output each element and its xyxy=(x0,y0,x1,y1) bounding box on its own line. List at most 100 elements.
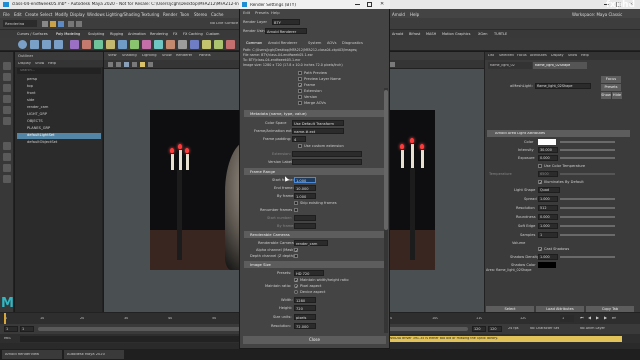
viewport-menu-renderer[interactable]: Renderer xyxy=(176,54,192,58)
rs-render-using-dropdown[interactable]: Arnold Renderer xyxy=(265,28,307,34)
layout-two-icon[interactable] xyxy=(3,164,11,172)
status-icon-open[interactable] xyxy=(50,21,56,27)
vp-camera-icon[interactable] xyxy=(108,62,113,67)
menu-help[interactable]: Help xyxy=(410,12,419,17)
ae-hide-button[interactable]: Hide xyxy=(612,92,622,99)
viewport-menu-show[interactable]: Show xyxy=(162,54,172,58)
current-frame-field[interactable]: 1 xyxy=(560,315,574,322)
shelf-sphere-icon[interactable] xyxy=(18,40,27,49)
ae-cast-shadows-checkbox[interactable] xyxy=(538,247,542,252)
character-set-label[interactable]: No Character Set xyxy=(530,327,559,330)
ae-shadow-density-field[interactable]: 1.000 xyxy=(538,254,558,260)
rs-path-preview-checkbox[interactable] xyxy=(298,71,302,75)
menu-create[interactable]: Create xyxy=(25,12,38,17)
outliner-item[interactable]: OBJECTS xyxy=(17,119,101,125)
rs-menu-edit[interactable]: Edit xyxy=(243,11,250,15)
scale-tool-icon[interactable] xyxy=(3,117,11,125)
ae-roundness-slider[interactable] xyxy=(560,216,615,218)
rs-by-frame2-field[interactable] xyxy=(294,223,316,229)
rs-version-checkbox[interactable] xyxy=(298,95,302,99)
shelf-tab-poly-modeling[interactable]: Poly Modeling xyxy=(56,32,80,36)
menu-toon[interactable]: Toon xyxy=(180,12,189,17)
outliner-menu-show[interactable]: Show xyxy=(35,62,44,66)
rs-frame-range-section[interactable]: Frame Range xyxy=(244,168,384,175)
ae-intensity-field[interactable]: 30.000 xyxy=(538,147,558,153)
rs-merge-aovs-checkbox[interactable] xyxy=(298,101,302,105)
ae-resolution-field[interactable]: 512 xyxy=(538,205,558,211)
shelf-tab-xgen[interactable]: XGen xyxy=(478,32,487,36)
rs-custom-ext-checkbox[interactable] xyxy=(298,144,302,148)
rs-tab-diagnostics[interactable]: Diagnostics xyxy=(342,41,363,45)
rs-color-space-dropdown[interactable]: Use Default Transform xyxy=(292,120,344,126)
shelf-tool-icon[interactable] xyxy=(202,40,211,49)
layout-single-icon[interactable] xyxy=(3,142,11,150)
shelf-tab-mash[interactable]: MASH xyxy=(426,32,436,36)
menu-lighting-shading[interactable]: Lighting/Shading xyxy=(106,12,140,17)
rs-frame-checkbox[interactable] xyxy=(298,83,302,88)
ae-spread-field[interactable]: 1.000 xyxy=(538,196,558,202)
rs-close-button[interactable]: Close xyxy=(243,336,386,344)
shelf-tab-sculpting[interactable]: Sculpting xyxy=(88,32,104,36)
rs-start-frame-field[interactable]: 1.000 xyxy=(294,177,316,183)
viewport-menu-shading[interactable]: Shading xyxy=(122,54,137,58)
range-playback-start-field[interactable]: 1 xyxy=(20,326,34,332)
rs-close-icon[interactable]: ✕ xyxy=(380,2,384,7)
shelf-tool-icon[interactable] xyxy=(226,40,235,49)
ae-exposure-slider[interactable] xyxy=(560,157,615,159)
outliner-item[interactable]: PLANES_GRP xyxy=(17,126,101,132)
rs-menu-presets[interactable]: Presets xyxy=(255,11,269,15)
menu-select[interactable]: Select xyxy=(40,12,52,17)
ae-samples-field[interactable]: 1 xyxy=(538,232,558,238)
shelf-tool-icon[interactable] xyxy=(154,40,163,49)
shelf-tab-arnold[interactable]: Arnold xyxy=(392,32,403,36)
rs-minimize-icon[interactable] xyxy=(355,4,360,5)
menu-stereo[interactable]: Stereo xyxy=(194,12,207,17)
shelf-tab-rigging[interactable]: Rigging xyxy=(110,32,123,36)
move-tool-icon[interactable] xyxy=(3,95,11,103)
rs-maximize-icon[interactable] xyxy=(367,2,372,7)
shelf-tab-animation[interactable]: Animation xyxy=(128,32,146,36)
rs-frame-ext-dropdown[interactable]: name.#.ext xyxy=(292,128,344,134)
shelf-cube-icon[interactable] xyxy=(30,40,39,49)
ae-soft-edge-field[interactable]: 1.000 xyxy=(538,223,558,229)
shelf-tab-custom[interactable]: Custom xyxy=(206,32,219,36)
status-icon-redo[interactable] xyxy=(76,21,82,27)
menu-arnold[interactable]: Arnold xyxy=(392,12,405,17)
vp-shaded-icon[interactable] xyxy=(124,62,129,67)
vp-textured-icon[interactable] xyxy=(132,62,137,67)
ae-temperature-slider[interactable] xyxy=(560,173,615,175)
rs-maintain-ratio-checkbox[interactable] xyxy=(294,278,298,283)
rs-tab-common[interactable]: Common xyxy=(246,41,262,45)
lasso-tool-icon[interactable] xyxy=(3,73,11,81)
ae-exposure-field[interactable]: 0.000 xyxy=(538,155,558,161)
shelf-tab-fx[interactable]: FX xyxy=(173,32,177,36)
status-icon-undo[interactable] xyxy=(68,21,74,27)
shelf-tool-icon[interactable] xyxy=(94,40,103,49)
range-end-field[interactable]: 120 xyxy=(488,326,502,332)
ae-color-slider[interactable] xyxy=(560,141,615,143)
shelf-tab-rendering[interactable]: Rendering xyxy=(150,32,168,36)
ae-node-tab-active[interactable]: flame_light_02Shape xyxy=(533,62,587,69)
rs-image-size-section[interactable]: Image Size xyxy=(244,261,384,268)
menu-windows[interactable]: Windows xyxy=(87,12,105,17)
shelf-tool-icon[interactable] xyxy=(166,40,175,49)
command-input[interactable] xyxy=(20,335,260,342)
ae-light-shape-dropdown[interactable]: Quad xyxy=(538,187,560,193)
vp-wireframe-icon[interactable] xyxy=(116,62,121,67)
range-playback-end-field[interactable]: 120 xyxy=(472,326,486,332)
rs-renderable-cameras-section[interactable]: Renderable Cameras xyxy=(244,231,384,238)
rs-tab-arnold-renderer[interactable]: Arnold Renderer xyxy=(268,41,297,45)
viewport-menu-panels[interactable]: Panels xyxy=(199,54,211,58)
shelf-tool-icon[interactable] xyxy=(142,40,151,49)
goto-start-icon[interactable]: ⏮ xyxy=(580,316,584,320)
vp-lights-icon[interactable] xyxy=(140,62,145,67)
outliner-search-input[interactable]: Search... xyxy=(17,68,101,74)
shelf-tab-bifrost[interactable]: Bifrost xyxy=(409,32,420,36)
ae-temperature-field[interactable]: 6500 xyxy=(538,171,558,177)
outliner-item[interactable]: render_cam xyxy=(17,105,101,111)
rs-height-field[interactable]: 720 xyxy=(294,305,316,311)
rs-preview-layer-checkbox[interactable] xyxy=(298,77,302,81)
layout-four-icon[interactable] xyxy=(3,153,11,161)
ae-tab-attributes[interactable]: Attributes xyxy=(530,54,547,57)
outliner-item[interactable]: front xyxy=(17,91,101,97)
